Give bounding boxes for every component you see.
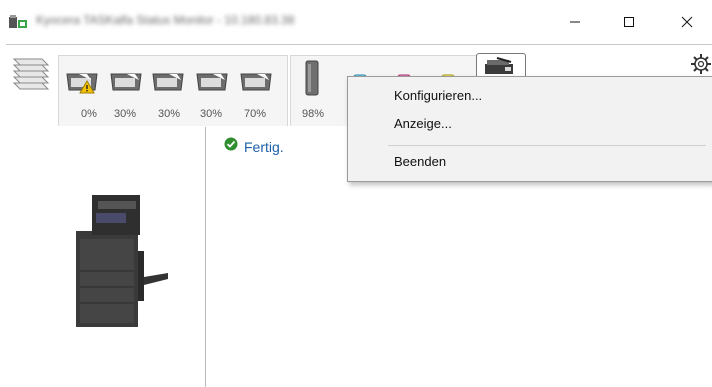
- maximize-icon: [624, 17, 634, 27]
- app-printer-icon: [8, 14, 28, 30]
- status-text: Fertig.: [244, 138, 284, 155]
- menu-item-label: Konfigurieren...: [394, 88, 483, 103]
- tray-4-icon[interactable]: [195, 70, 229, 92]
- menu-item-beenden[interactable]: Beenden: [348, 149, 712, 175]
- tray-2-icon[interactable]: [109, 70, 143, 92]
- close-icon: [681, 16, 693, 28]
- menu-separator: [388, 145, 706, 146]
- paper-stack-icon[interactable]: [8, 55, 54, 95]
- device-image-pane: [6, 127, 206, 387]
- tray-1-level: 0%: [81, 108, 97, 120]
- maximize-button[interactable]: [606, 0, 652, 44]
- warning-icon: [79, 80, 95, 99]
- gear-icon: [691, 54, 711, 74]
- context-menu: Konfigurieren... Anzeige... Beenden: [347, 76, 712, 182]
- menu-item-label: Beenden: [394, 154, 447, 169]
- tray-3-icon[interactable]: [151, 70, 185, 92]
- minimize-button[interactable]: [552, 0, 598, 44]
- menu-item-konfigurieren[interactable]: Konfigurieren...: [348, 83, 712, 109]
- window-title: Kyocera TASKalfa Status Monitor - 10.180…: [36, 13, 295, 27]
- menu-item-label: Anzeige...: [394, 116, 452, 131]
- check-icon: [224, 137, 238, 156]
- toner-black-level: 98%: [301, 108, 325, 120]
- status-monitor-window: Kyocera TASKalfa Status Monitor - 10.180…: [0, 0, 712, 387]
- tray-5-icon[interactable]: [239, 70, 273, 92]
- paper-trays-group: 0% 30% 30% 30% 70%: [58, 55, 288, 126]
- tray-5-level: 70%: [243, 108, 267, 120]
- title-bar: Kyocera TASKalfa Status Monitor - 10.180…: [0, 0, 712, 44]
- minimize-icon: [570, 21, 580, 23]
- printer-image: [62, 191, 172, 336]
- settings-button[interactable]: [690, 53, 712, 75]
- menu-item-anzeige[interactable]: Anzeige...: [348, 111, 712, 137]
- close-button[interactable]: [664, 0, 710, 44]
- toner-black-icon[interactable]: [305, 60, 319, 101]
- status-row: Fertig.: [224, 137, 284, 156]
- tray-4-level: 30%: [199, 108, 223, 120]
- tray-3-level: 30%: [157, 108, 181, 120]
- tray-2-level: 30%: [113, 108, 137, 120]
